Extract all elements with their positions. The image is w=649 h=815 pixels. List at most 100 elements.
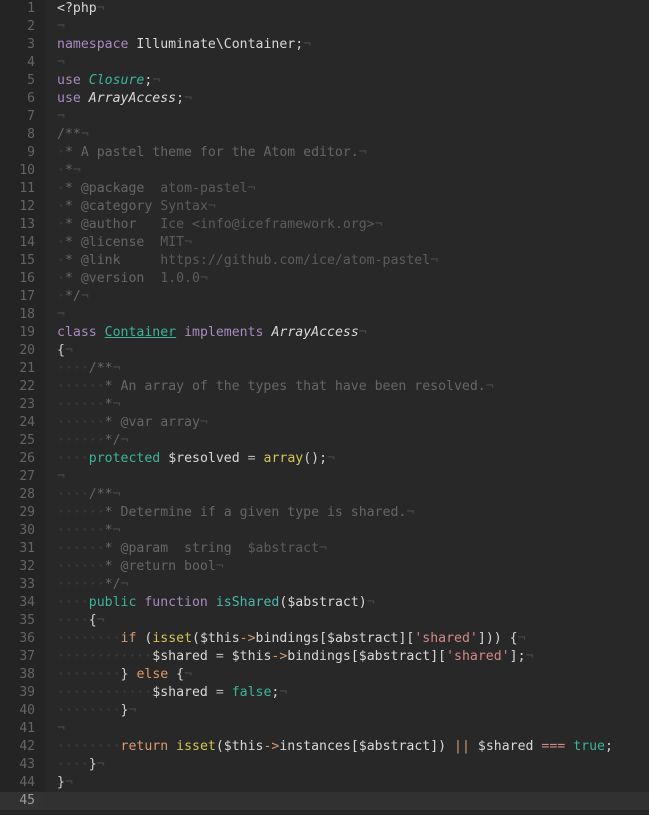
code-line[interactable]: 5 use Closure;¬ (0, 72, 649, 90)
code-line-content[interactable]: ·* A pastel theme for the Atom editor.¬ (45, 144, 649, 162)
line-number[interactable]: 18 (0, 306, 45, 324)
code-line[interactable]: 19 class Container implements ArrayAccess… (0, 324, 649, 342)
code-line-content[interactable]: ······* @var array¬ (45, 414, 649, 432)
line-number[interactable]: 38 (0, 666, 45, 684)
code-line-content[interactable]: ·* @category Syntax¬ (45, 198, 649, 216)
line-number[interactable]: 19 (0, 324, 45, 342)
code-line-content[interactable]: use ArrayAccess;¬ (45, 90, 649, 108)
code-line[interactable]: 39 ············$shared = false;¬ (0, 684, 649, 702)
line-number[interactable]: 10 (0, 162, 45, 180)
code-line-content[interactable]: ······* @return bool¬ (45, 558, 649, 576)
code-line-content[interactable]: ····protected $resolved = array();¬ (45, 450, 649, 468)
line-number[interactable]: 37 (0, 648, 45, 666)
code-line-content[interactable]: ·*¬ (45, 162, 649, 180)
code-line[interactable]: 32 ······* @return bool¬ (0, 558, 649, 576)
code-line[interactable]: 29 ······* Determine if a given type is s… (0, 504, 649, 522)
line-number[interactable]: 5 (0, 72, 45, 90)
line-number[interactable]: 28 (0, 486, 45, 504)
code-line-content[interactable]: ·* @version 1.0.0¬ (45, 270, 649, 288)
code-line-content[interactable]: <?php¬ (45, 0, 649, 18)
line-number[interactable]: 16 (0, 270, 45, 288)
code-line[interactable]: 21 ····/**¬ (0, 360, 649, 378)
code-line[interactable]: 45 (0, 792, 649, 810)
code-line-content[interactable]: /**¬ (45, 126, 649, 144)
code-line[interactable]: 2 ¬ (0, 18, 649, 36)
line-number[interactable]: 15 (0, 252, 45, 270)
code-line-content[interactable]: ·* @author Ice <info@iceframework.org>¬ (45, 216, 649, 234)
code-line-content[interactable]: class Container implements ArrayAccess¬ (45, 324, 649, 342)
code-line-content[interactable]: ······* An array of the types that have … (45, 378, 649, 396)
code-line[interactable]: 8/**¬ (0, 126, 649, 144)
code-line-content[interactable]: ¬ (45, 108, 649, 126)
code-line-content[interactable]: ¬ (45, 720, 649, 738)
code-line[interactable]: 6 use ArrayAccess;¬ (0, 90, 649, 108)
line-number[interactable]: 4 (0, 54, 45, 72)
code-line-content[interactable]: ········} else {¬ (45, 666, 649, 684)
code-line-content[interactable]: ·* @package atom-pastel¬ (45, 180, 649, 198)
line-number[interactable]: 40 (0, 702, 45, 720)
code-line[interactable]: 23 ······*¬ (0, 396, 649, 414)
line-number[interactable]: 8 (0, 126, 45, 144)
code-line[interactable]: 38 ········} else {¬ (0, 666, 649, 684)
code-line-content[interactable]: ········if (isset($this->bindings[$abstr… (45, 630, 649, 648)
line-number[interactable]: 43 (0, 756, 45, 774)
line-number[interactable]: 27 (0, 468, 45, 486)
code-line[interactable]: 28 ····/**¬ (0, 486, 649, 504)
code-line-content[interactable]: ········}¬ (45, 702, 649, 720)
code-line[interactable]: 14 ·* @license MIT¬ (0, 234, 649, 252)
line-number[interactable]: 30 (0, 522, 45, 540)
code-line-content[interactable]: ¬ (45, 468, 649, 486)
line-number[interactable]: 29 (0, 504, 45, 522)
line-number[interactable]: 39 (0, 684, 45, 702)
code-line-content[interactable]: ····/**¬ (45, 486, 649, 504)
code-line-content[interactable]: ·*/¬ (45, 288, 649, 306)
code-line[interactable]: 15 ·* @link https://github.com/ice/atom-p… (0, 252, 649, 270)
code-line[interactable]: 41 ¬ (0, 720, 649, 738)
code-line[interactable]: 17 ·*/¬ (0, 288, 649, 306)
code-line[interactable]: 20 {¬ (0, 342, 649, 360)
code-line-content[interactable]: ····{¬ (45, 612, 649, 630)
code-line[interactable]: 34 ····public function isShared($abstract… (0, 594, 649, 612)
code-line-content[interactable]: ¬ (45, 18, 649, 36)
line-number[interactable]: 42 (0, 738, 45, 756)
code-line-content[interactable]: ············$shared = false;¬ (45, 684, 649, 702)
line-number[interactable]: 11 (0, 180, 45, 198)
line-number[interactable]: 2 (0, 18, 45, 36)
code-line[interactable]: 13 ·* @author Ice <info@iceframework.org>… (0, 216, 649, 234)
code-line-content[interactable]: }¬ (45, 774, 649, 792)
code-line[interactable]: 7 ¬ (0, 108, 649, 126)
code-line[interactable]: 43 ····}¬ (0, 756, 649, 774)
line-number[interactable]: 23 (0, 396, 45, 414)
code-line-content[interactable]: ········return isset($this->instances[$a… (45, 738, 649, 756)
code-line-content[interactable]: ······* Determine if a given type is sha… (45, 504, 649, 522)
code-line[interactable]: 18 ¬ (0, 306, 649, 324)
line-number[interactable]: 17 (0, 288, 45, 306)
line-number[interactable]: 35 (0, 612, 45, 630)
line-number[interactable]: 21 (0, 360, 45, 378)
code-line-content[interactable]: ¬ (45, 54, 649, 72)
code-line[interactable]: 3 namespace Illuminate\Container;¬ (0, 36, 649, 54)
code-line[interactable]: 44}¬ (0, 774, 649, 792)
code-line-content[interactable]: ······*¬ (45, 396, 649, 414)
line-number[interactable]: 44 (0, 774, 45, 792)
code-line[interactable]: 16 ·* @version 1.0.0¬ (0, 270, 649, 288)
code-line[interactable]: 9 ·* A pastel theme for the Atom editor.¬ (0, 144, 649, 162)
code-line-content[interactable]: ····}¬ (45, 756, 649, 774)
line-number[interactable]: 31 (0, 540, 45, 558)
line-number[interactable]: 12 (0, 198, 45, 216)
code-line-content[interactable]: ·* @link https://github.com/ice/atom-pas… (45, 252, 649, 270)
code-line-content[interactable]: ······*/¬ (45, 432, 649, 450)
code-line[interactable]: 4 ¬ (0, 54, 649, 72)
code-line-content[interactable]: ¬ (45, 306, 649, 324)
line-number[interactable]: 34 (0, 594, 45, 612)
code-line[interactable]: 25 ······*/¬ (0, 432, 649, 450)
code-line[interactable]: 30 ······*¬ (0, 522, 649, 540)
line-number[interactable]: 9 (0, 144, 45, 162)
code-line[interactable]: 37 ············$shared = $this->bindings[… (0, 648, 649, 666)
code-line-content[interactable]: {¬ (45, 342, 649, 360)
code-line[interactable]: 22 ······* An array of the types that hav… (0, 378, 649, 396)
code-line[interactable]: 12 ·* @category Syntax¬ (0, 198, 649, 216)
code-line-content[interactable]: ············$shared = $this->bindings[$a… (45, 648, 649, 666)
line-number[interactable]: 20 (0, 342, 45, 360)
line-number[interactable]: 22 (0, 378, 45, 396)
